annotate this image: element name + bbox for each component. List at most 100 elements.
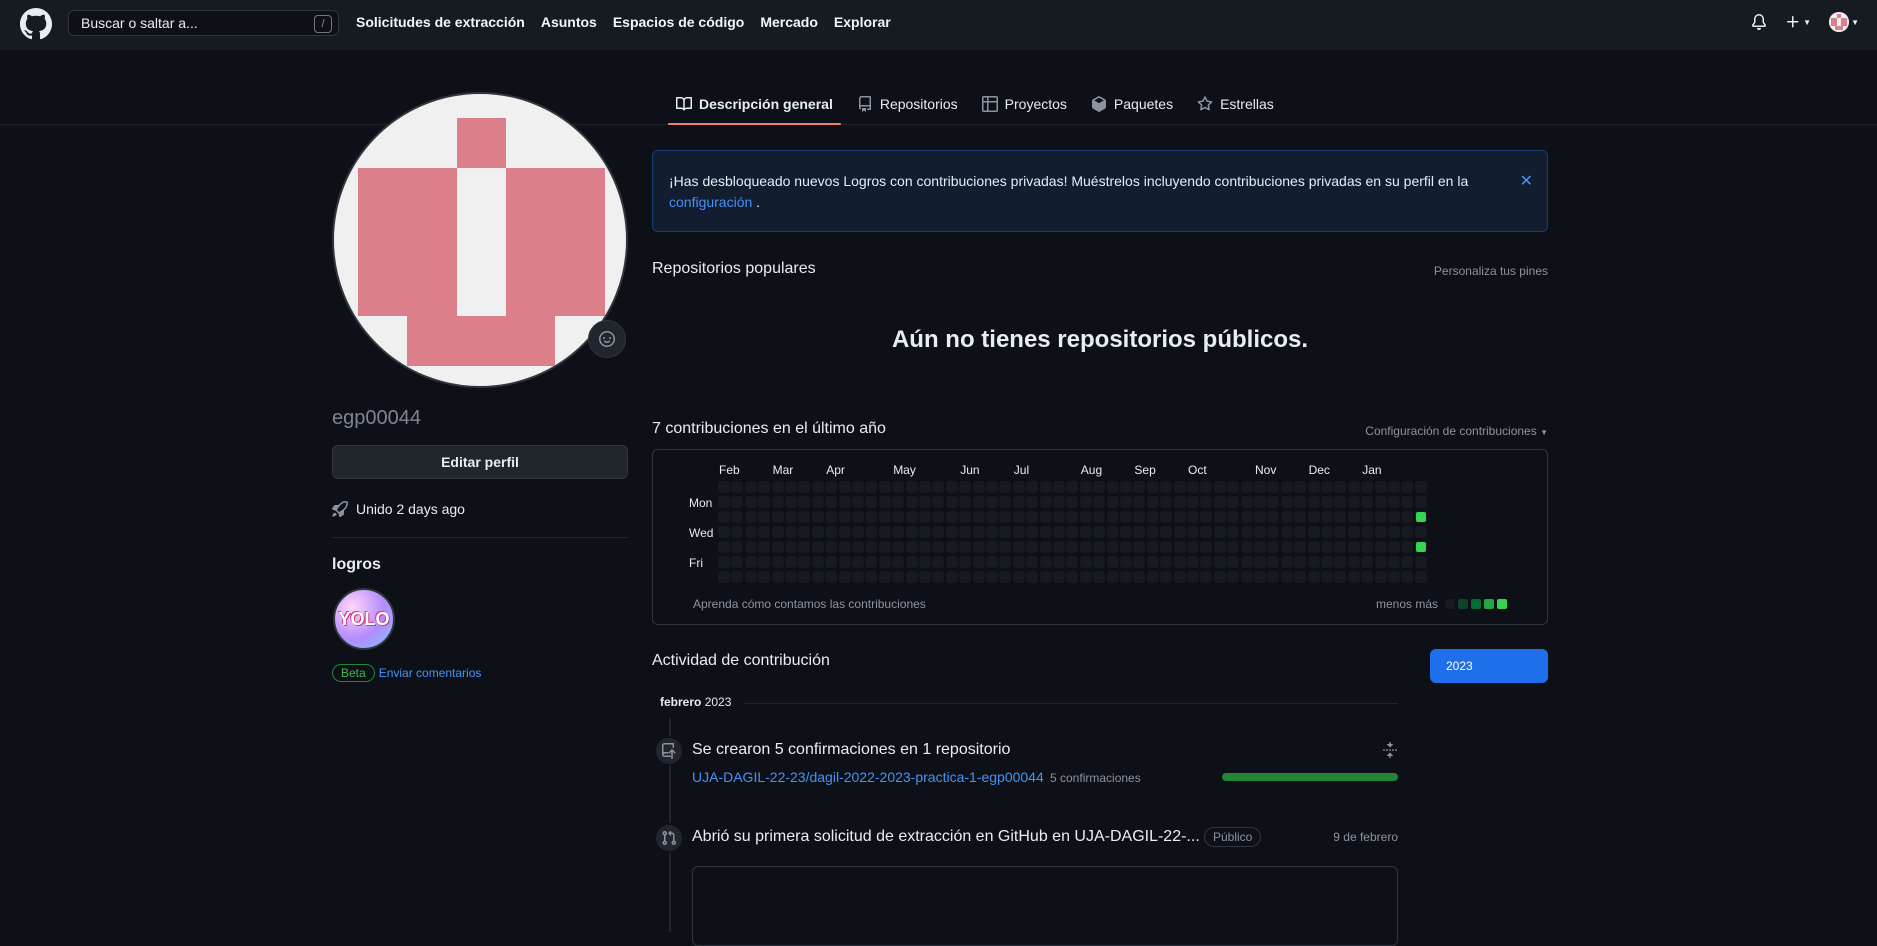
- close-icon[interactable]: ✕: [1520, 171, 1533, 192]
- pr-card[interactable]: [692, 866, 1398, 946]
- contribution-cell: [1347, 556, 1360, 568]
- contribution-cell: [1120, 496, 1132, 508]
- contribution-cell: [1321, 526, 1333, 538]
- chevron-down-icon: ▼: [1851, 17, 1859, 27]
- contribution-cell: [919, 556, 931, 568]
- edit-profile-button[interactable]: Editar perfil: [332, 445, 628, 479]
- contribution-cell: [838, 556, 851, 568]
- tab-repositories[interactable]: Repositorios: [849, 90, 966, 124]
- contribution-cell: [892, 511, 905, 523]
- legend-level-1: [1458, 599, 1468, 609]
- contribution-cell: [731, 496, 744, 508]
- contribution-cell: [1160, 556, 1173, 568]
- activity-repo-link[interactable]: UJA-DAGIL-22-23/dagil-2022-2023-practica…: [692, 769, 1044, 785]
- contribution-cell: [1120, 541, 1132, 553]
- user-menu[interactable]: ▼: [1829, 12, 1859, 32]
- tab-overview[interactable]: Descripción general: [668, 90, 841, 125]
- first-pr-title[interactable]: Abrió su primera solicitud de extracción…: [692, 828, 1200, 846]
- contribution-cell: [945, 496, 958, 508]
- contribution-cell: [1146, 541, 1159, 553]
- search-input[interactable]: Buscar o saltar a... /: [68, 10, 339, 36]
- year-2023-button[interactable]: 2023: [1430, 649, 1548, 683]
- contribution-cell: [1388, 556, 1400, 568]
- contribution-cell: [1187, 541, 1199, 553]
- nav-codespaces[interactable]: Espacios de código: [613, 14, 744, 30]
- contribution-cell: [785, 511, 797, 523]
- tab-stars[interactable]: Estrellas: [1189, 90, 1282, 124]
- contribution-cell: [758, 556, 771, 568]
- contribution-cell: [1187, 556, 1199, 568]
- contribution-cell: [1160, 481, 1173, 493]
- nav-explore[interactable]: Explorar: [834, 14, 891, 30]
- contribution-cell: [1053, 556, 1065, 568]
- contribution-cell: [1026, 526, 1039, 538]
- contribution-cell: [1374, 541, 1387, 553]
- contribution-cell: [1227, 541, 1240, 553]
- set-status-button[interactable]: [588, 320, 626, 358]
- legend-level-2: [1471, 599, 1481, 609]
- contribution-cell: [1200, 496, 1213, 508]
- contribution-cell: [1213, 571, 1226, 583]
- nav-marketplace[interactable]: Mercado: [760, 14, 818, 30]
- contribution-cell: [1146, 526, 1159, 538]
- create-new-menu[interactable]: ▼: [1785, 14, 1811, 30]
- contribution-cell: [905, 541, 918, 553]
- contribution-cell: [785, 571, 797, 583]
- contribution-cell: [959, 556, 972, 568]
- contribution-cell: [758, 511, 771, 523]
- send-feedback-link[interactable]: Enviar comentarios: [379, 666, 482, 680]
- profile-avatar[interactable]: [332, 92, 628, 388]
- contribution-cell: [1361, 481, 1374, 493]
- search-shortcut-key: /: [314, 15, 332, 33]
- contribution-cell: [1321, 481, 1333, 493]
- contribution-cell: [825, 511, 838, 523]
- contribution-cell: [838, 526, 851, 538]
- contribution-graph: Feb Mar Apr May Jun Jul Aug Sep Oct Nov Dec Jan Mon…: [652, 449, 1548, 625]
- contribution-cell: [1294, 496, 1307, 508]
- contribution-cell: [1334, 496, 1347, 508]
- contribution-cell: [744, 556, 757, 568]
- contribution-cell: [1066, 571, 1079, 583]
- contribution-cell: [959, 496, 972, 508]
- contribution-cell: [892, 571, 905, 583]
- contribution-cell: [1106, 556, 1119, 568]
- contribution-cell: [878, 556, 891, 568]
- contribution-cell: [1146, 571, 1159, 583]
- contribution-cell: [1160, 511, 1173, 523]
- contribution-cell: [771, 556, 784, 568]
- contribution-cell: [1053, 571, 1065, 583]
- contribution-settings-dropdown[interactable]: Configuración de contribuciones ▼: [1365, 424, 1548, 438]
- settings-link[interactable]: configuración: [669, 194, 752, 210]
- contribution-cell: [1374, 496, 1387, 508]
- learn-contributions-link[interactable]: Aprenda cómo contamos las contribuciones: [693, 597, 926, 611]
- contribution-cell: [852, 511, 864, 523]
- contribution-cell: [1254, 481, 1266, 493]
- github-logo-icon[interactable]: [20, 8, 52, 40]
- tab-label: Estrellas: [1220, 96, 1274, 112]
- contribution-cell: [811, 541, 824, 553]
- contribution-cell: [1414, 556, 1427, 568]
- bell-icon[interactable]: [1751, 14, 1767, 30]
- contribution-cell: [972, 541, 985, 553]
- achievement-badge[interactable]: YOLO: [333, 588, 395, 650]
- contribution-cell: [1294, 526, 1307, 538]
- contribution-cell: [878, 541, 891, 553]
- month-label: Aug: [1080, 463, 1103, 477]
- fold-icon[interactable]: [1382, 742, 1398, 758]
- nav-issues[interactable]: Asuntos: [541, 14, 597, 30]
- contribution-cell: [798, 556, 811, 568]
- contribution-cell: [1200, 481, 1213, 493]
- contribution-cell: [1254, 526, 1266, 538]
- contribution-cell: [1401, 481, 1414, 493]
- contribution-cell: [1347, 481, 1360, 493]
- tab-projects[interactable]: Proyectos: [974, 90, 1075, 124]
- flash-text: ¡Has desbloqueado nuevos Logros con cont…: [669, 173, 1469, 189]
- contribution-cell: [1254, 556, 1266, 568]
- nav-pull-requests[interactable]: Solicitudes de extracción: [356, 14, 525, 30]
- contribution-cell: [959, 481, 972, 493]
- customize-pins-link[interactable]: Personaliza tus pines: [1434, 264, 1548, 278]
- contribution-cell: [905, 511, 918, 523]
- contribution-cell: [1173, 511, 1186, 523]
- contribution-cell: [718, 526, 730, 538]
- tab-packages[interactable]: Paquetes: [1083, 90, 1181, 124]
